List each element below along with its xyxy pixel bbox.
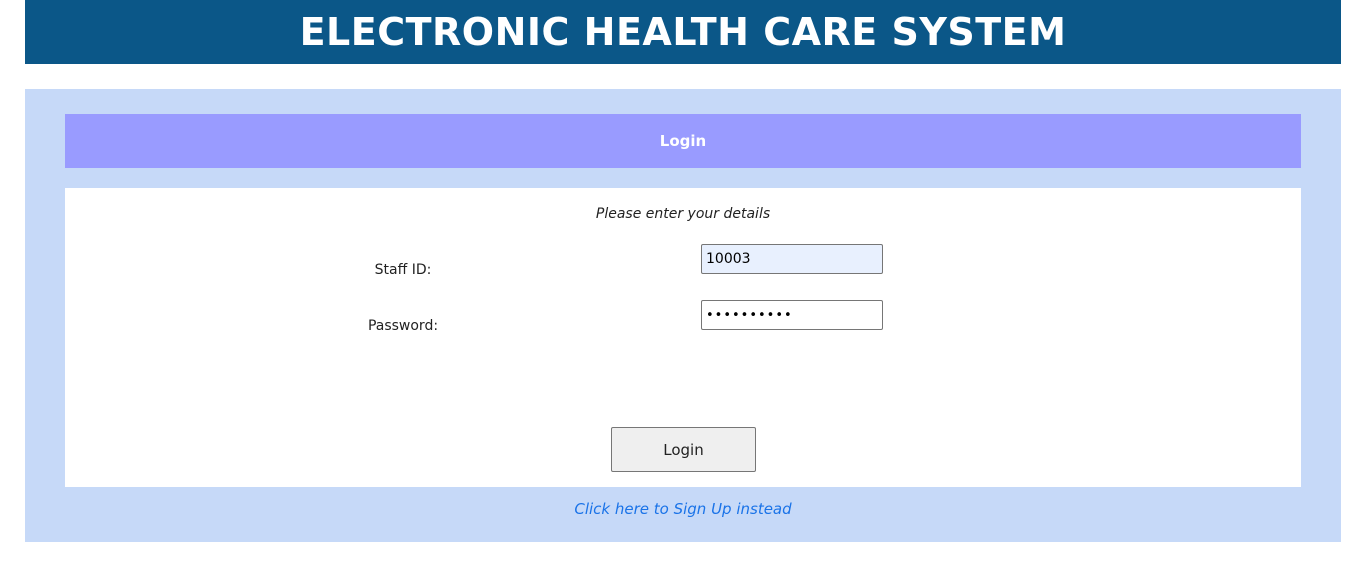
login-form: Please enter your details Staff ID: Pass… <box>65 188 1301 487</box>
staff-id-input[interactable] <box>701 244 883 274</box>
login-button[interactable]: Login <box>611 427 756 472</box>
password-input[interactable] <box>701 300 883 330</box>
login-panel: Login Please enter your details Staff ID… <box>25 89 1341 542</box>
signup-link[interactable]: Click here to Sign Up instead <box>25 500 1341 518</box>
password-label: Password: <box>367 318 439 334</box>
staff-id-label: Staff ID: <box>374 262 432 278</box>
login-title: Login <box>659 132 707 150</box>
app-title: ELECTRONIC HEALTH CARE SYSTEM <box>299 10 1067 54</box>
login-title-bar: Login <box>65 114 1301 168</box>
app-header: ELECTRONIC HEALTH CARE SYSTEM <box>25 0 1341 64</box>
instructions-text: Please enter your details <box>595 206 771 222</box>
